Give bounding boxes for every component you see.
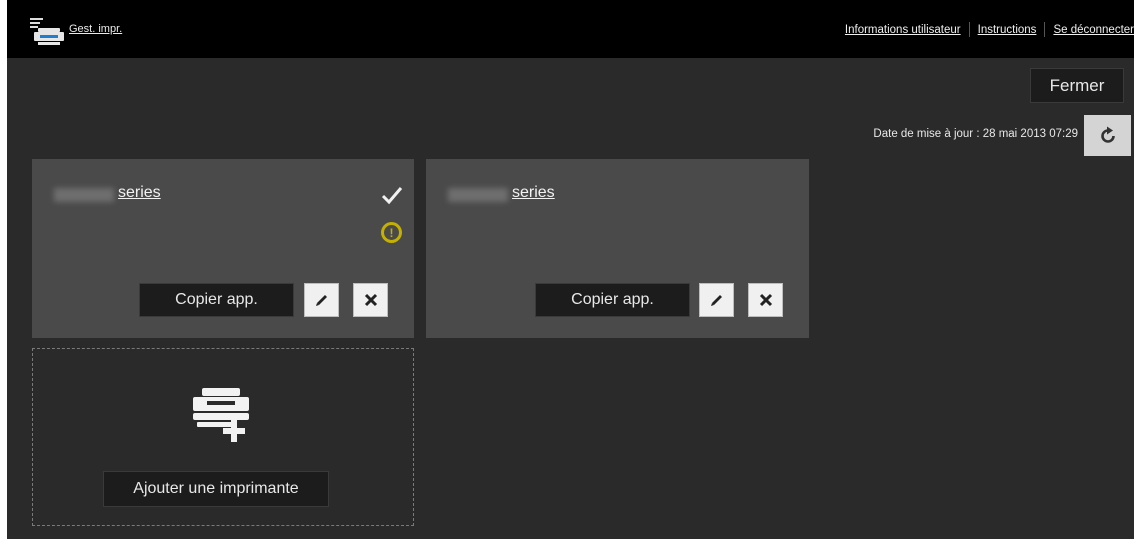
instructions-link[interactable]: Instructions (978, 24, 1037, 36)
logout-link[interactable]: Se déconnecter (1053, 24, 1134, 36)
refresh-icon (1100, 126, 1115, 143)
nav-divider (968, 22, 970, 37)
copy-app-button[interactable]: Copier app. (535, 283, 690, 317)
pencil-icon (710, 295, 722, 306)
last-update-text: Date de mise à jour : 28 mai 2013 07:29 (873, 128, 1078, 140)
printer-name-link[interactable]: series (512, 184, 555, 202)
copy-app-button[interactable]: Copier app. (139, 283, 294, 317)
delete-button[interactable] (353, 283, 388, 317)
printer-plus-icon (193, 388, 249, 442)
refresh-button[interactable] (1084, 115, 1131, 156)
user-info-link[interactable]: Informations utilisateur (845, 24, 961, 36)
add-printer-button[interactable]: Ajouter une imprimante (103, 471, 329, 507)
top-bar: Gest. impr. Informations utilisateur Ins… (7, 0, 1134, 58)
nav-divider (1044, 22, 1046, 37)
model-name-redacted (448, 188, 508, 202)
printer-card: series ! Copier app. (32, 159, 414, 338)
close-icon (364, 293, 377, 307)
printer-manager-app: Gest. impr. Informations utilisateur Ins… (7, 0, 1134, 539)
close-icon (759, 293, 772, 307)
printer-name-link[interactable]: series (118, 184, 161, 202)
delete-button[interactable] (748, 283, 783, 317)
checkmark-icon (381, 187, 403, 205)
warning-icon[interactable]: ! (381, 222, 402, 243)
edit-button[interactable] (699, 283, 734, 317)
add-printer-card: Ajouter une imprimante (32, 348, 414, 526)
edit-button[interactable] (304, 283, 339, 317)
printer-manager-link[interactable]: Gest. impr. (69, 23, 122, 35)
close-button[interactable]: Fermer (1030, 68, 1124, 103)
model-name-redacted (54, 188, 114, 202)
printer-card: series Copier app. (426, 159, 809, 338)
pencil-icon (315, 295, 327, 306)
printer-app-icon[interactable] (28, 15, 64, 47)
top-nav: Informations utilisateur Instructions Se… (845, 22, 1134, 37)
printer-title: series (448, 184, 555, 202)
printer-title: series (54, 184, 161, 202)
